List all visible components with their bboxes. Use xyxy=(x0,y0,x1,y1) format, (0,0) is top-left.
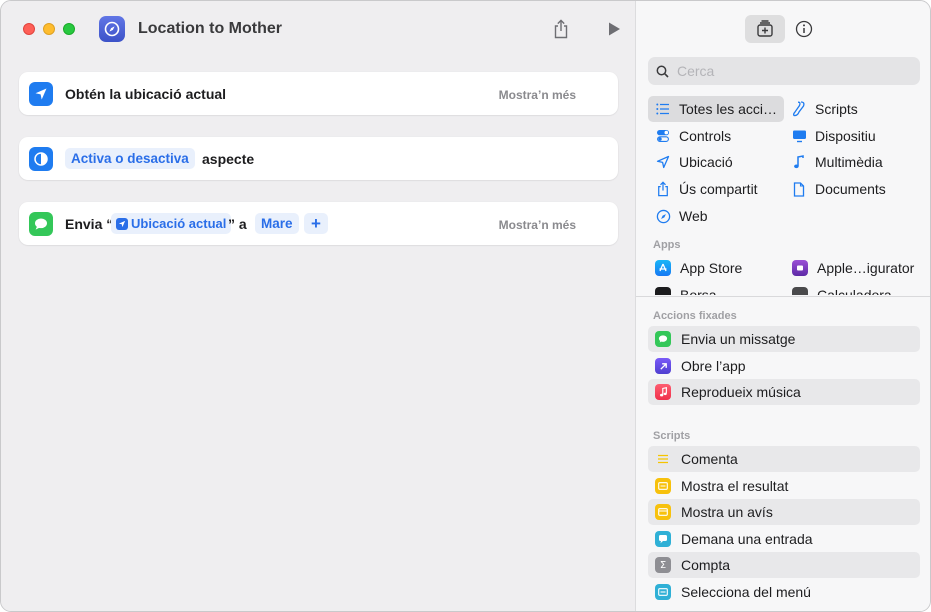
search-icon xyxy=(656,65,669,78)
action-label-prefix: Envia “ xyxy=(65,216,114,232)
open-app-icon xyxy=(655,358,671,374)
action-label-middle: ” a xyxy=(228,216,247,232)
apps-overflow-clip: Borsa Calculadora xyxy=(636,257,930,295)
editor-pane: Location to Mother Obtén la ubicació act… xyxy=(1,1,635,611)
shortcuts-window: Location to Mother Obtén la ubicació act… xyxy=(0,0,931,612)
variable-current-location-token[interactable]: Ubicació actual xyxy=(111,213,232,234)
messages-icon xyxy=(29,212,53,236)
toggle-switch-icon xyxy=(654,127,672,145)
script-count[interactable]: Σ Compta xyxy=(648,552,920,578)
search-input[interactable] xyxy=(677,63,907,79)
location-arrow-icon xyxy=(29,82,53,106)
appearance-icon xyxy=(29,147,53,171)
zoom-window-button[interactable] xyxy=(63,23,75,35)
list-icon xyxy=(654,100,672,118)
library-divider xyxy=(636,296,930,297)
script-show-result[interactable]: Mostra el resultat xyxy=(648,473,920,499)
pinned-play-music[interactable]: Reprodueix música xyxy=(648,379,920,405)
show-more-button[interactable]: Mostra’n més xyxy=(499,218,576,232)
alert-icon xyxy=(655,504,671,520)
action-get-current-location[interactable]: Obtén la ubicació actual Mostra’n més xyxy=(19,72,618,115)
show-more-button[interactable]: Mostra’n més xyxy=(499,88,576,102)
action-label: aspecte xyxy=(202,151,255,167)
music-note-icon xyxy=(790,153,808,171)
minimize-window-button[interactable] xyxy=(43,23,55,35)
toggle-parameter-token[interactable]: Activa o desactiva xyxy=(65,148,195,169)
scripts-heading: Scripts xyxy=(653,430,691,442)
add-recipient-button[interactable]: + xyxy=(304,213,328,234)
script-comment[interactable]: Comenta xyxy=(648,446,920,472)
category-media[interactable]: Multimèdia xyxy=(790,149,883,175)
app-calculator[interactable]: Calculadora xyxy=(792,283,892,295)
pinned-heading: Accions fixades xyxy=(653,310,737,322)
show-result-icon xyxy=(655,478,671,494)
apps-heading: Apps xyxy=(653,239,681,251)
share-icon xyxy=(554,19,568,39)
compass-icon xyxy=(654,207,672,225)
action-library-pane: Totes les acci… Controls Ubicació xyxy=(635,1,930,611)
title-bar: Location to Mother xyxy=(1,1,635,57)
pinned-open-app[interactable]: Obre l’app xyxy=(648,353,920,379)
shortcut-icon[interactable] xyxy=(99,16,125,42)
document-icon xyxy=(790,180,808,198)
category-location[interactable]: Ubicació xyxy=(654,149,733,175)
location-arrow-icon xyxy=(116,217,128,230)
add-action-library-icon xyxy=(757,20,773,37)
comment-lines-icon xyxy=(655,451,671,467)
script-choose-from-menu[interactable]: Selecciona del menú xyxy=(648,579,920,605)
monitor-icon xyxy=(790,127,808,145)
window-title: Location to Mother xyxy=(138,20,282,37)
sigma-icon: Σ xyxy=(655,557,671,573)
category-sharing[interactable]: Ús compartit xyxy=(654,176,758,202)
category-web[interactable]: Web xyxy=(654,203,708,229)
details-tab-button[interactable] xyxy=(794,19,814,39)
compass-icon xyxy=(104,21,120,37)
run-button[interactable] xyxy=(603,18,625,40)
category-all-actions[interactable]: Totes les acci… xyxy=(648,96,784,122)
recipient-token[interactable]: Mare xyxy=(255,213,299,234)
action-label: Obtén la ubicació actual xyxy=(65,86,227,102)
music-icon xyxy=(655,384,671,400)
action-toggle-appearance[interactable]: Activa o desactiva aspecte xyxy=(19,137,618,180)
calculator-icon xyxy=(792,287,808,295)
script-ask-for-input[interactable]: Demana una entrada xyxy=(648,526,920,552)
category-controls[interactable]: Controls xyxy=(654,123,731,149)
search-field[interactable] xyxy=(648,57,920,85)
script-show-alert[interactable]: Mostra un avís xyxy=(648,499,920,525)
info-icon xyxy=(795,20,813,38)
pinned-send-message[interactable]: Envia un missatge xyxy=(648,326,920,352)
stocks-icon xyxy=(655,287,671,295)
menu-icon xyxy=(655,584,671,600)
category-documents[interactable]: Documents xyxy=(790,176,886,202)
play-icon xyxy=(609,22,620,36)
messages-icon xyxy=(655,331,671,347)
library-tab-button[interactable] xyxy=(745,15,785,43)
action-send-message[interactable]: Envia “ Ubicació actual ” a Mare + Mostr… xyxy=(19,202,618,245)
share-button[interactable] xyxy=(550,18,572,40)
variable-label: Ubicació actual xyxy=(131,216,227,231)
category-device[interactable]: Dispositiu xyxy=(790,123,876,149)
category-scripts[interactable]: Scripts xyxy=(790,96,858,122)
close-window-button[interactable] xyxy=(23,23,35,35)
app-stocks[interactable]: Borsa xyxy=(655,283,717,295)
ask-input-icon xyxy=(655,531,671,547)
location-arrow-icon xyxy=(654,153,672,171)
scripts-icon xyxy=(790,100,808,118)
share-icon xyxy=(654,180,672,198)
